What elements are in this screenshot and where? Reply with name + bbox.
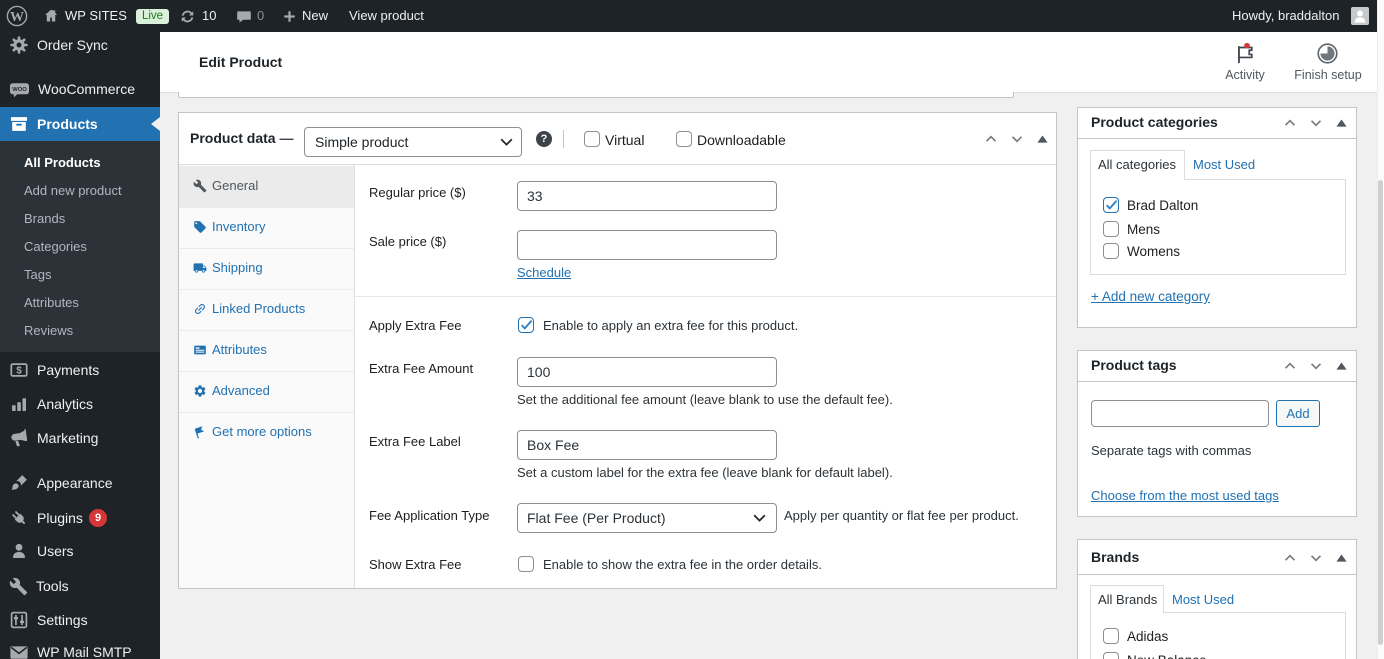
svg-text:$: $: [16, 366, 22, 377]
svg-text:W: W: [10, 10, 24, 25]
svg-text:WOO: WOO: [12, 87, 27, 93]
